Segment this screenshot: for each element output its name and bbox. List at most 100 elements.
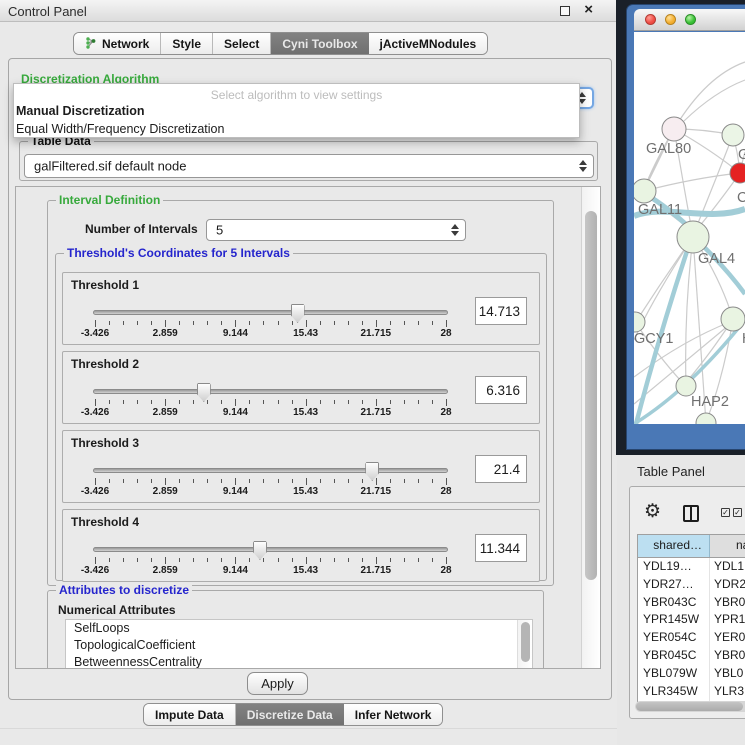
table-hscrollbar-thumb[interactable]: [636, 702, 743, 711]
slider-track[interactable]: [93, 389, 448, 394]
attributes-group: Attributes to discretize Numerical Attri…: [47, 590, 544, 669]
slider-tick: [348, 400, 349, 404]
tab-select[interactable]: Select: [213, 33, 271, 54]
slider-tick: [109, 321, 110, 325]
table-cell[interactable]: YBL079W: [638, 665, 710, 683]
slider-track[interactable]: [93, 468, 448, 473]
net-node-gal11[interactable]: [634, 179, 656, 203]
checkbox-icon[interactable]: ✓: [721, 508, 730, 517]
attribute-item-betweennesscentrality[interactable]: BetweennessCentrality: [66, 654, 532, 669]
gear-icon[interactable]: ⚙: [644, 502, 661, 521]
network-window-titlebar[interactable]: [634, 9, 745, 31]
table-cell[interactable]: YBR045C: [638, 647, 710, 665]
algorithm-option-manual-discretization[interactable]: Manual Discretization: [16, 104, 145, 118]
main-scrollbar[interactable]: [581, 187, 600, 668]
split-columns-icon[interactable]: [683, 505, 699, 522]
column-header-name[interactable]: na: [710, 535, 745, 557]
slider-tick: [278, 400, 279, 404]
table-cell[interactable]: YDR2: [710, 576, 745, 594]
slider-tick: [207, 558, 208, 562]
net-node-label: GAL80: [646, 141, 691, 157]
table-cell[interactable]: YDL1: [710, 558, 745, 576]
table-row[interactable]: YBL079WYBL0: [638, 665, 745, 683]
threshold-value-field[interactable]: 14.713: [475, 297, 527, 325]
numerical-attributes-list[interactable]: SelfLoopsTopologicalCoefficientBetweenne…: [65, 619, 533, 669]
tab-jactivemnodules[interactable]: jActiveMNodules: [369, 33, 488, 54]
net-node-ga[interactable]: [722, 124, 744, 146]
slider-tick: [418, 479, 419, 483]
tab-network[interactable]: Network: [74, 33, 161, 54]
slider-tick: [137, 400, 138, 404]
close-traffic-light-icon[interactable]: [645, 14, 656, 25]
table-rows: YDL19…YDL1YDR27…YDR2YBR043CYBR0YPR145WYP…: [637, 557, 745, 704]
table-cell[interactable]: YPR145W: [638, 611, 710, 629]
threshold-label: Threshold 2: [71, 357, 139, 371]
attribute-item-topologicalcoefficient[interactable]: TopologicalCoefficient: [66, 637, 532, 654]
slider-thumb[interactable]: [365, 462, 379, 481]
table-data-combo[interactable]: galFiltered.sif default node: [24, 154, 594, 178]
table-cell[interactable]: YLR3: [710, 683, 745, 701]
net-node-bottom-node[interactable]: [696, 413, 716, 424]
checkbox-icon[interactable]: ✓: [733, 508, 742, 517]
table-row[interactable]: YPR145WYPR1: [638, 611, 745, 629]
slider-track[interactable]: [93, 310, 448, 315]
threshold-value-field[interactable]: 11.344: [475, 534, 527, 562]
tab-discretize-data[interactable]: Discretize Data: [236, 704, 344, 725]
table-cell[interactable]: YDR27…: [638, 576, 710, 594]
table-cell[interactable]: YLR345W: [638, 683, 710, 701]
apply-button[interactable]: Apply: [247, 672, 308, 695]
table-row[interactable]: YBR045CYBR0: [638, 647, 745, 665]
slider-tick: [432, 400, 433, 404]
table-cell[interactable]: YBR0: [710, 647, 745, 665]
table-cell[interactable]: YER054C: [638, 629, 710, 647]
num-intervals-combo[interactable]: 5: [206, 219, 466, 241]
slider-tick: [418, 321, 419, 325]
table-cell[interactable]: YDL19…: [638, 558, 710, 576]
slider-track[interactable]: [93, 547, 448, 552]
net-node-red-node[interactable]: [730, 163, 745, 183]
net-node-hap2[interactable]: [676, 376, 696, 396]
tab-impute-data[interactable]: Impute Data: [144, 704, 236, 725]
net-node-gcy1[interactable]: [634, 312, 645, 332]
table-cell[interactable]: YBR043C: [638, 594, 710, 612]
table-row[interactable]: YBR043CYBR0: [638, 594, 745, 612]
tab-style[interactable]: Style: [161, 33, 213, 54]
table-hscrollbar[interactable]: [635, 701, 745, 712]
slider-thumb[interactable]: [197, 383, 211, 402]
net-node-gal80[interactable]: [662, 117, 686, 141]
slider-tick: [123, 479, 124, 483]
network-canvas[interactable]: GAL80GACGAL11GAL4GCY1HHAP2: [634, 32, 745, 424]
table-row[interactable]: YDR27…YDR2: [638, 576, 745, 594]
attributes-scrollbar-thumb[interactable]: [521, 622, 530, 662]
main-scrollbar-thumb[interactable]: [585, 211, 597, 580]
attribute-item-selfloops[interactable]: SelfLoops: [66, 620, 532, 637]
tab-infer-network[interactable]: Infer Network: [344, 704, 443, 725]
zoom-traffic-light-icon[interactable]: [685, 14, 696, 25]
minimize-traffic-light-icon[interactable]: [665, 14, 676, 25]
column-header-shared-name[interactable]: shared…: [638, 535, 710, 557]
interval-definition-title: Interval Definition: [56, 193, 163, 207]
slider-tick: [348, 321, 349, 325]
slider-tick: [390, 321, 391, 325]
slider-tick: [235, 478, 236, 485]
table-cell[interactable]: YBL0: [710, 665, 745, 683]
slider-thumb[interactable]: [291, 304, 305, 323]
slider-thumb[interactable]: [253, 541, 267, 560]
table-cell[interactable]: YBR0: [710, 594, 745, 612]
table-data-value: galFiltered.sif default node: [34, 159, 186, 174]
table-row[interactable]: YER054CYER0: [638, 629, 745, 647]
table-row[interactable]: YDL19…YDL1: [638, 558, 745, 576]
tab-cyni-toolbox[interactable]: Cyni Toolbox: [271, 33, 368, 54]
table-row[interactable]: YLR345WYLR3: [638, 683, 745, 701]
table-cell[interactable]: YER0: [710, 629, 745, 647]
close-icon[interactable]: ×: [584, 1, 593, 18]
table-cell[interactable]: YPR1: [710, 611, 745, 629]
algorithm-option-equal-width-frequency-discretization[interactable]: Equal Width/Frequency Discretization: [16, 122, 224, 136]
threshold-value-field[interactable]: 21.4: [475, 455, 527, 483]
float-window-icon[interactable]: [560, 6, 570, 16]
net-node-h[interactable]: [721, 307, 745, 331]
attributes-scrollbar[interactable]: [517, 620, 532, 669]
net-node-gal4[interactable]: [677, 221, 709, 253]
slider-tick: [263, 321, 264, 325]
threshold-value-field[interactable]: 6.316: [475, 376, 527, 404]
